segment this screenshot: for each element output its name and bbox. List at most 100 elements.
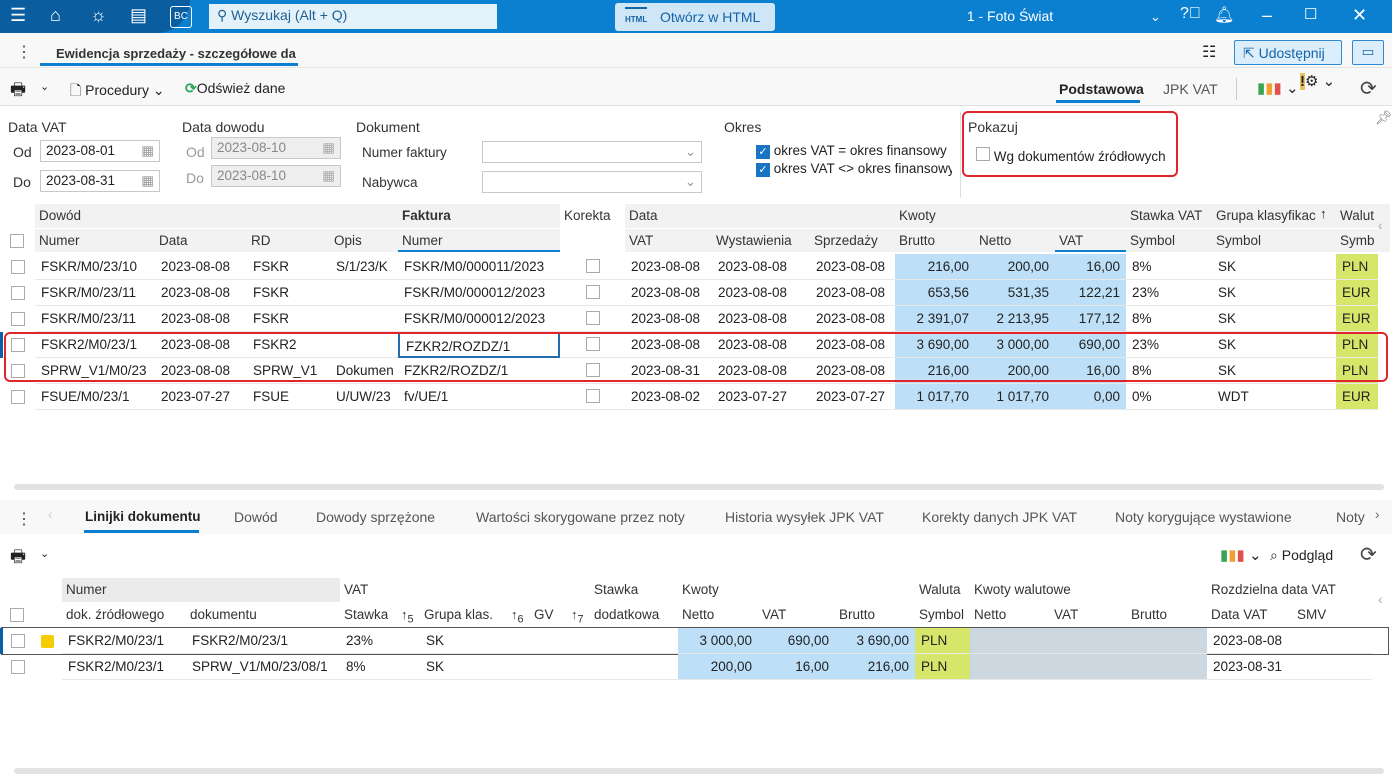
chart-icon[interactable]: ▮▮▮ ⌄: [1257, 79, 1299, 97]
tab-5[interactable]: Korekty danych JPK VAT: [922, 509, 1077, 525]
date-vat-to-input[interactable]: 2023-08-31 ▦: [40, 170, 160, 192]
sort-up-icon[interactable]: ↑: [1320, 206, 1327, 221]
column-header[interactable]: Symb: [1336, 228, 1378, 252]
row-checkbox[interactable]: [11, 634, 25, 648]
row-checkbox[interactable]: [11, 390, 25, 404]
select-all-checkbox[interactable]: [10, 608, 24, 622]
column-header[interactable]: Numer: [35, 228, 155, 252]
select-all-checkbox[interactable]: [10, 234, 24, 248]
column-header[interactable]: RD: [247, 228, 330, 252]
date-vat-from-input[interactable]: 2023-08-01 ▦: [40, 140, 160, 162]
column-header[interactable]: Symbol: [915, 602, 970, 626]
sort-indicator[interactable]: ↑5: [400, 602, 420, 626]
calendar-icon[interactable]: ▦: [141, 143, 154, 159]
column-header[interactable]: Netto: [970, 602, 1050, 626]
date-doc-from-input[interactable]: 2023-08-10 ▦: [211, 137, 341, 159]
invoice-number-select[interactable]: ⌄: [482, 141, 702, 163]
table-row[interactable]: FSUE/M0/23/1 2023-07-27 FSUE U/UW/23 fv/UE/1…: [2, 384, 1388, 410]
preview-button[interactable]: ⌕ Podgląd: [1270, 547, 1333, 564]
checkbox-checked[interactable]: ✓: [756, 163, 770, 177]
korekta-checkbox[interactable]: [586, 259, 600, 273]
chevron-left-icon[interactable]: ‹: [1378, 578, 1390, 626]
help-icon[interactable]: ?⃝: [1180, 5, 1201, 23]
more-vertical-icon[interactable]: ⋮: [16, 509, 32, 529]
column-header[interactable]: VAT: [625, 228, 712, 252]
print-icon[interactable]: 🖶︎: [10, 77, 26, 106]
news-icon[interactable]: ▤: [130, 5, 147, 26]
minimize-icon[interactable]: –: [1262, 5, 1272, 26]
horizontal-scrollbar[interactable]: [14, 484, 1384, 490]
search-input[interactable]: ⚲ Wyszukaj (Alt + Q): [209, 4, 497, 29]
row-checkbox[interactable]: [11, 260, 25, 274]
bell-icon[interactable]: 🔔︎: [1214, 5, 1234, 25]
view-basic-tab[interactable]: Podstawowa: [1059, 81, 1144, 97]
column-header[interactable]: dok. źródłowego: [62, 602, 186, 626]
tab-sales-register[interactable]: Ewidencja sprzedaży - szczegółowe da: [56, 46, 296, 61]
comment-button[interactable]: ▭: [1352, 40, 1384, 65]
settings-warning-icon[interactable]: !⚙ ⌄: [1300, 72, 1335, 90]
lightbulb-icon[interactable]: ☼: [90, 5, 107, 26]
row-checkbox[interactable]: [11, 312, 25, 326]
maximize-icon[interactable]: ☐: [1304, 5, 1317, 23]
column-header[interactable]: Brutto: [1127, 602, 1207, 626]
table-row[interactable]: FSKR2/M0/23/1 FSKR2/M0/23/1 23% SK 3 000,00 6…: [0, 627, 1389, 655]
column-header[interactable]: GV: [530, 602, 570, 626]
chart-icon[interactable]: ▮▮▮ ⌄: [1220, 546, 1262, 564]
hamburger-menu-icon[interactable]: ☰: [10, 5, 26, 26]
reload-icon[interactable]: ⟳: [1360, 76, 1377, 101]
table-row[interactable]: FSKR/M0/23/11 2023-08-08 FSKR FSKR/M0/00001…: [2, 280, 1388, 306]
tab-3[interactable]: Wartości skorygowane przez noty: [476, 509, 685, 525]
column-header[interactable]: Wystawienia: [712, 228, 810, 252]
bc-icon[interactable]: BC: [170, 6, 192, 28]
column-header[interactable]: Opis: [330, 228, 398, 252]
chevron-left-icon[interactable]: ‹: [48, 507, 53, 522]
column-header[interactable]: Brutto: [895, 228, 975, 252]
tab-2[interactable]: Dowody sprzężone: [316, 509, 435, 525]
refresh-data-button[interactable]: ⟳Odśwież dane: [185, 80, 285, 97]
column-header[interactable]: Symbol: [1212, 228, 1336, 252]
list-settings-icon[interactable]: ☷: [1202, 42, 1216, 62]
column-header[interactable]: Data VAT: [1207, 602, 1293, 626]
korekta-checkbox[interactable]: [586, 389, 600, 403]
period-option-2[interactable]: ✓ okres VAT <> okres finansowy: [756, 161, 952, 177]
column-header[interactable]: VAT: [1050, 602, 1127, 626]
print-dropdown-icon[interactable]: ⌄: [40, 547, 49, 560]
korekta-checkbox[interactable]: [586, 311, 600, 325]
buyer-select[interactable]: ⌄: [482, 171, 702, 193]
sort-indicator[interactable]: ↑7: [570, 602, 590, 626]
column-header[interactable]: VAT: [1055, 228, 1126, 252]
date-doc-to-input[interactable]: 2023-08-10 ▦: [211, 165, 341, 187]
column-header[interactable]: dodatkowa: [590, 602, 678, 626]
row-checkbox[interactable]: [11, 286, 25, 300]
reload-icon[interactable]: ⟳: [1360, 542, 1377, 567]
column-header[interactable]: SMV: [1293, 602, 1372, 626]
share-button[interactable]: ⇱ Udostępnij: [1234, 40, 1342, 65]
table-row[interactable]: FSKR/M0/23/10 2023-08-08 FSKR S/1/23/K FSKR/…: [2, 254, 1388, 280]
tab-6[interactable]: Noty korygujące wystawione: [1115, 509, 1292, 525]
sort-indicator[interactable]: ↑6: [510, 602, 530, 626]
period-option-1[interactable]: ✓ okres VAT = okres finansowy: [756, 143, 952, 159]
column-header[interactable]: Netto: [975, 228, 1055, 252]
checkbox-checked[interactable]: ✓: [756, 145, 770, 159]
column-header[interactable]: dokumentu: [186, 602, 340, 626]
pin-icon[interactable]: 📌︎: [1375, 110, 1392, 126]
close-icon[interactable]: ✕: [1352, 5, 1367, 26]
column-header[interactable]: Grupa klas.: [420, 602, 510, 626]
korekta-checkbox[interactable]: [586, 285, 600, 299]
open-html-button[interactable]: HTML Otwórz w HTML: [615, 3, 775, 31]
column-header[interactable]: Numer: [398, 228, 560, 252]
tab-7[interactable]: Noty: [1336, 509, 1365, 525]
tab-1[interactable]: Dowód: [234, 509, 278, 525]
more-vertical-icon[interactable]: ⋮: [16, 42, 32, 62]
tab-4[interactable]: Historia wysyłek JPK VAT: [725, 509, 884, 525]
chevron-right-icon[interactable]: ›: [1375, 507, 1380, 522]
column-header[interactable]: Brutto: [835, 602, 915, 626]
column-header[interactable]: Netto: [678, 602, 758, 626]
horizontal-scrollbar[interactable]: [14, 768, 1384, 774]
chevron-down-icon[interactable]: ⌄: [1150, 9, 1161, 25]
source-docs-option[interactable]: Wg dokumentów źródłowych: [976, 147, 1166, 164]
table-row[interactable]: FSKR2/M0/23/1 SPRW_V1/M0/23/08/1 8% SK 200,0…: [2, 654, 1388, 680]
print-dropdown-icon[interactable]: ⌄: [40, 80, 49, 93]
tab-0[interactable]: Linijki dokumentu: [85, 509, 201, 524]
calendar-icon[interactable]: ▦: [141, 173, 154, 189]
